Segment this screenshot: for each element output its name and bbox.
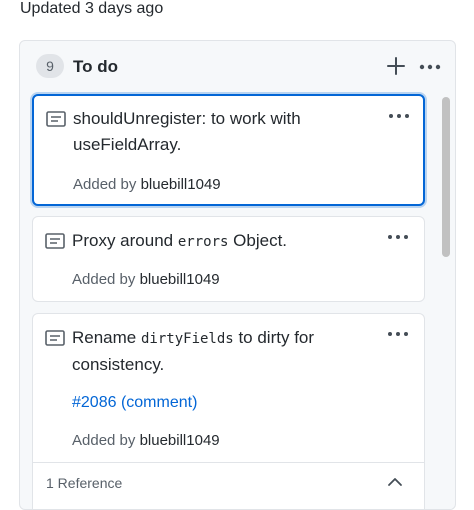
title-text: Object. [233,231,288,250]
title-text: Proxy around [72,231,174,250]
note-card[interactable]: Rename dirtyFields to dirty for consiste… [32,313,425,509]
note-icon [46,111,66,127]
title-code: errors [177,234,229,250]
note-card[interactable]: shouldUnregister: to work with useFieldA… [32,94,425,206]
column-title: To do [73,57,118,76]
references-label: 1 Reference [46,475,123,491]
column-header: 9 To do [20,41,455,91]
column-scrollbar[interactable] [439,93,453,509]
added-by-label: Added by [73,176,137,193]
card-meta: Added by bluebill1049 [73,176,221,193]
card-title: Rename dirtyFields to dirty for consiste… [72,325,372,378]
card-meta: Added by bluebill1049 [72,271,220,288]
references-toggle[interactable]: 1 Reference [33,462,424,504]
chevron-up-icon[interactable] [387,476,403,488]
title-code: dirtyFields [141,331,234,347]
card-more-icon[interactable] [386,233,410,241]
note-card[interactable]: Proxy around errors Object. Added by blu… [32,216,425,302]
added-by-label: Added by [72,432,136,449]
card-more-icon[interactable] [386,330,410,338]
card-meta: Added by bluebill1049 [72,432,220,449]
card-title: Proxy around errors Object. [72,228,372,255]
note-icon [45,233,65,249]
card-title: shouldUnregister: to work with useFieldA… [73,109,301,154]
author-link[interactable]: bluebill1049 [140,271,220,288]
project-column-todo: 9 To do shouldUnregister: to work with u… [19,40,456,510]
note-icon [45,330,65,346]
title-text: Rename [72,328,137,347]
added-by-label: Added by [72,271,136,288]
issue-comment-link[interactable]: #2086 (comment) [72,394,197,412]
plus-icon[interactable] [385,55,407,77]
column-card-count: 9 [36,54,64,78]
card-more-icon[interactable] [387,112,411,120]
updated-timestamp: Updated 3 days ago [20,0,164,17]
scrollbar-thumb[interactable] [442,97,450,257]
author-link[interactable]: bluebill1049 [141,176,221,193]
column-more-icon[interactable] [418,63,442,71]
author-link[interactable]: bluebill1049 [140,432,220,449]
